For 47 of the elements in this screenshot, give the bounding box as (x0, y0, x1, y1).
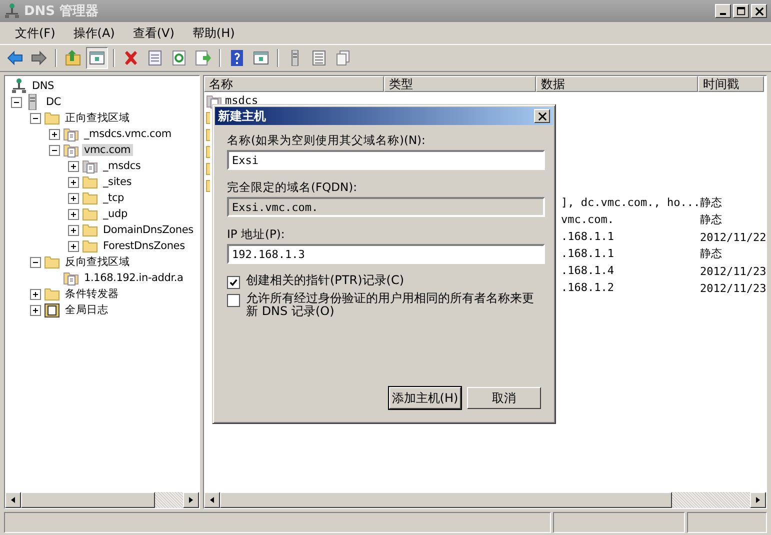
table-cell: vmc.com. (561, 213, 614, 226)
column-header[interactable]: 类型 (384, 76, 536, 92)
table-cell: .168.1.1 (561, 230, 614, 243)
column-header[interactable]: 名称 (204, 76, 384, 92)
menu-item[interactable]: 操作(A) (64, 22, 124, 44)
table-cell: 2012/11/23 (700, 282, 766, 294)
record-name: msdcs (225, 94, 258, 107)
input-field[interactable]: Exsi (227, 150, 545, 170)
tree-item[interactable]: 正向查找区域 (63, 111, 132, 125)
add-host-button[interactable]: 添加主机(H) (389, 387, 461, 409)
table-cell: 2012/11/23 (700, 264, 766, 278)
checkbox-label: 允许所有经过身份验证的用户用相同的所有者名称来更新 DNS 记录(O) (246, 292, 535, 318)
tree-item[interactable]: _tcp (101, 192, 126, 204)
cancel-button[interactable]: 取消 (467, 387, 541, 409)
table-cell: ], dc.vmc.com., ho... (561, 196, 700, 209)
input-field[interactable]: 192.168.1.3 (227, 244, 545, 264)
table-cell: 2012/11/22 (700, 230, 766, 244)
tree-item[interactable]: _sites (101, 176, 134, 188)
table-cell: .168.1.4 (561, 264, 614, 277)
tree-item[interactable]: ForestDnsZones (101, 240, 187, 252)
checkbox-label: 创建相关的指针(PTR)记录(C) (246, 274, 406, 287)
menu-item[interactable]: 帮助(H) (183, 22, 244, 44)
tree-item[interactable]: _msdcs.vmc.com (82, 128, 174, 140)
table-cell: .168.1.1 (561, 247, 614, 260)
menu-item[interactable]: 文件(F) (6, 22, 64, 44)
tree-item[interactable]: _msdcs (101, 160, 143, 172)
field-label: IP 地址(P): (227, 227, 286, 242)
tree-item[interactable]: 全局日志 (63, 303, 110, 317)
tree-item[interactable]: DC (44, 96, 64, 108)
table-cell: 静态 (700, 247, 722, 260)
tree-item[interactable]: 反向查找区域 (63, 255, 132, 269)
dialog-title: 新建主机 (218, 108, 266, 124)
field-label: 完全限定的域名(FQDN): (227, 180, 358, 195)
table-cell: 静态 (700, 196, 722, 209)
table-cell: .168.1.2 (561, 281, 614, 294)
window-title: DNS 管理器 (24, 3, 99, 20)
tree-item[interactable]: 条件转发器 (63, 287, 122, 301)
menu-item[interactable]: 查看(V) (124, 22, 184, 44)
field-label: 名称(如果为空则使用其父域名称)(N): (227, 133, 426, 148)
tree-item[interactable]: DomainDnsZones (101, 224, 196, 236)
tree-item[interactable]: DNS (30, 80, 56, 92)
tree-item[interactable]: 1.168.192.in-addr.a (82, 272, 186, 284)
tree-item[interactable]: _udp (101, 208, 130, 220)
tree-item[interactable]: vmc.com (82, 144, 133, 156)
table-cell: 静态 (700, 213, 722, 226)
column-header[interactable]: 时间戳 (698, 76, 764, 92)
column-header[interactable]: 数据 (536, 76, 698, 92)
